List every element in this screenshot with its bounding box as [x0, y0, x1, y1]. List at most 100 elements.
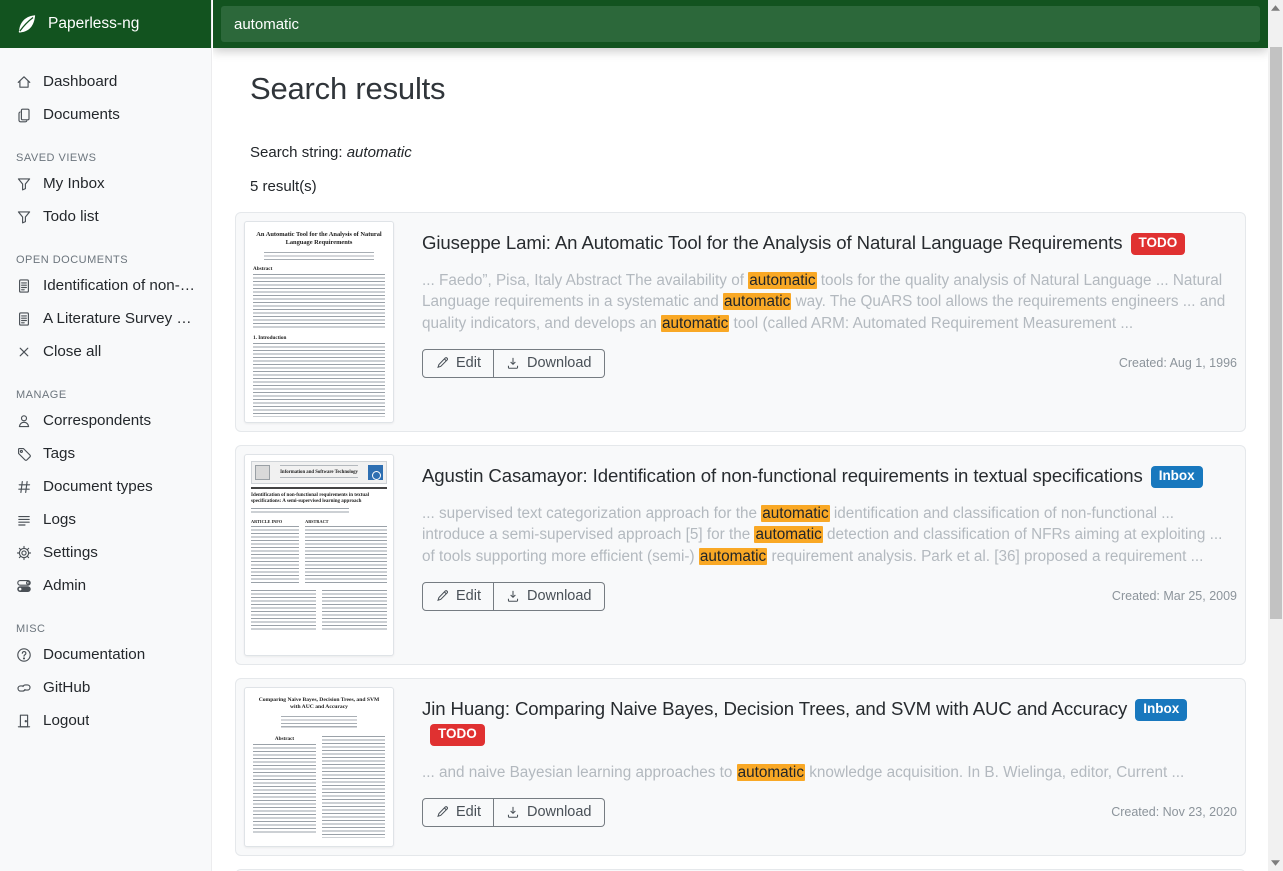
sidebar-item-my-inbox[interactable]: My Inbox: [0, 167, 211, 200]
sidebar-section-heading: SAVED VIEWS: [16, 152, 195, 164]
download-icon: [506, 356, 520, 370]
card-actions: Edit Download: [422, 349, 605, 378]
download-button[interactable]: Download: [494, 798, 605, 827]
tag-badge-inbox: Inbox: [1151, 466, 1203, 488]
document-title-link[interactable]: Giuseppe Lami: An Automatic Tool for the…: [422, 232, 1123, 253]
edit-button[interactable]: Edit: [422, 798, 494, 827]
search-string-label: Search string:: [250, 144, 343, 161]
sidebar-item-label: Dashboard: [43, 73, 117, 90]
sidebar-item-close-all[interactable]: Close all: [0, 335, 211, 368]
document-title-link[interactable]: Jin Huang: Comparing Naive Bayes, Decisi…: [422, 698, 1127, 719]
hash-icon: [16, 479, 32, 495]
search-snippet: ... supervised text categorization appro…: [422, 503, 1237, 566]
house-icon: [16, 74, 32, 90]
search-term-highlight: automatic: [761, 505, 829, 522]
sidebar-item-label: Documents: [43, 106, 120, 123]
sidebar-item-dashboard[interactable]: Dashboard: [0, 65, 211, 98]
result-count: 5 result(s): [250, 178, 1246, 195]
tag-badge-todo: TODO: [430, 724, 485, 746]
pencil-icon: [435, 589, 449, 603]
pencil-icon: [435, 805, 449, 819]
sidebar-item-label: Documentation: [43, 646, 145, 663]
sidebar-item-a-literature-survey-on[interactable]: A Literature Survey on ...: [0, 302, 211, 335]
card-actions: Edit Download: [422, 798, 605, 827]
sidebar-item-correspondents[interactable]: Correspondents: [0, 404, 211, 437]
sidebar-section-heading: MISC: [16, 623, 195, 635]
tag-badge-todo: TODO: [1131, 233, 1186, 255]
leaf-logo-icon: [16, 13, 38, 35]
search-snippet: ... Faedo”, Pisa, Italy Abstract The ava…: [422, 270, 1237, 333]
scroll-up-icon[interactable]: [1268, 0, 1283, 16]
sidebar-item-document-types[interactable]: Document types: [0, 470, 211, 503]
sidebar-item-tags[interactable]: Tags: [0, 437, 211, 470]
download-button[interactable]: Download: [494, 582, 605, 611]
page-scrollbar[interactable]: [1268, 0, 1283, 871]
link-icon: [16, 680, 32, 696]
card-actions: Edit Download: [422, 582, 605, 611]
content: Search results Search string: automatic …: [213, 48, 1268, 871]
sidebar-item-label: Document types: [43, 478, 153, 495]
sidebar-nav: Dashboard Documents SAVED VIEWS My Inbox…: [0, 48, 211, 737]
sidebar-item-logs[interactable]: Logs: [0, 503, 211, 536]
app-brand: Paperless-ng: [48, 15, 139, 33]
edit-button[interactable]: Edit: [422, 582, 494, 611]
sidebar-item-label: Logout: [43, 712, 89, 729]
search-term-highlight: automatic: [754, 526, 822, 543]
sidebar-item-label: Todo list: [43, 208, 99, 225]
sidebar-item-label: Correspondents: [43, 412, 151, 429]
document-thumbnail[interactable]: Comparing Naive Bayes, Decision Trees, a…: [244, 687, 394, 847]
created-date: Created: Nov 23, 2020: [1111, 805, 1237, 827]
sidebar-item-admin[interactable]: Admin: [0, 569, 211, 602]
document-thumbnail[interactable]: An Automatic Tool for the Analysis of Na…: [244, 221, 394, 423]
result-card: Information and Software Technology Iden…: [235, 445, 1246, 665]
question-circle-icon: [16, 647, 32, 663]
person-icon: [16, 413, 32, 429]
sidebar-item-logout[interactable]: Logout: [0, 704, 211, 737]
door-icon: [16, 713, 32, 729]
funnel-icon: [16, 209, 32, 225]
sidebar-header: Paperless-ng: [0, 0, 211, 48]
toggles-icon: [16, 578, 32, 594]
sidebar-item-github[interactable]: GitHub: [0, 671, 211, 704]
sidebar-item-label: Close all: [43, 343, 101, 360]
funnel-icon: [16, 176, 32, 192]
sidebar-item-todo-list[interactable]: Todo list: [0, 200, 211, 233]
download-icon: [506, 805, 520, 819]
search-string-value: automatic: [347, 144, 412, 161]
document-title-link[interactable]: Agustin Casamayor: Identification of non…: [422, 465, 1143, 486]
search-term-highlight: automatic: [723, 293, 791, 310]
files-icon: [16, 107, 32, 123]
sidebar-section-heading: OPEN DOCUMENTS: [16, 254, 195, 266]
download-button[interactable]: Download: [494, 349, 605, 378]
publisher-logo: [255, 465, 270, 480]
scrollbar-thumb[interactable]: [1270, 47, 1282, 619]
result-card: An Automatic Tool for the Analysis of Na…: [235, 212, 1246, 432]
sidebar-item-label: Identification of non-fu...: [43, 277, 195, 294]
results-list: An Automatic Tool for the Analysis of Na…: [235, 212, 1246, 871]
search-term-highlight: automatic: [748, 272, 816, 289]
scroll-down-icon[interactable]: [1268, 855, 1283, 871]
file-text-icon: [16, 278, 32, 294]
sidebar-item-label: Settings: [43, 544, 98, 561]
sidebar-item-documentation[interactable]: Documentation: [0, 638, 211, 671]
list-icon: [16, 512, 32, 528]
tag-icon: [16, 446, 32, 462]
thumbnail-page: Information and Software Technology Iden…: [245, 455, 393, 638]
download-icon: [506, 589, 520, 603]
global-search-input[interactable]: [221, 6, 1260, 42]
x-icon: [16, 344, 32, 360]
sidebar-item-settings[interactable]: Settings: [0, 536, 211, 569]
document-thumbnail[interactable]: Information and Software Technology Iden…: [244, 454, 394, 656]
search-term-highlight: automatic: [661, 315, 729, 332]
created-date: Created: Aug 1, 1996: [1119, 356, 1237, 378]
thumbnail-page: An Automatic Tool for the Analysis of Na…: [245, 222, 393, 423]
main-area: Search results Search string: automatic …: [213, 0, 1268, 871]
pencil-icon: [435, 356, 449, 370]
search-term-highlight: automatic: [699, 548, 767, 565]
sidebar-item-documents[interactable]: Documents: [0, 98, 211, 131]
page-title: Search results: [250, 71, 1246, 107]
edit-button[interactable]: Edit: [422, 349, 494, 378]
sidebar-item-label: A Literature Survey on ...: [43, 310, 195, 327]
sidebar-item-identification-of-non-fu[interactable]: Identification of non-fu...: [0, 269, 211, 302]
top-navbar: [213, 0, 1268, 48]
